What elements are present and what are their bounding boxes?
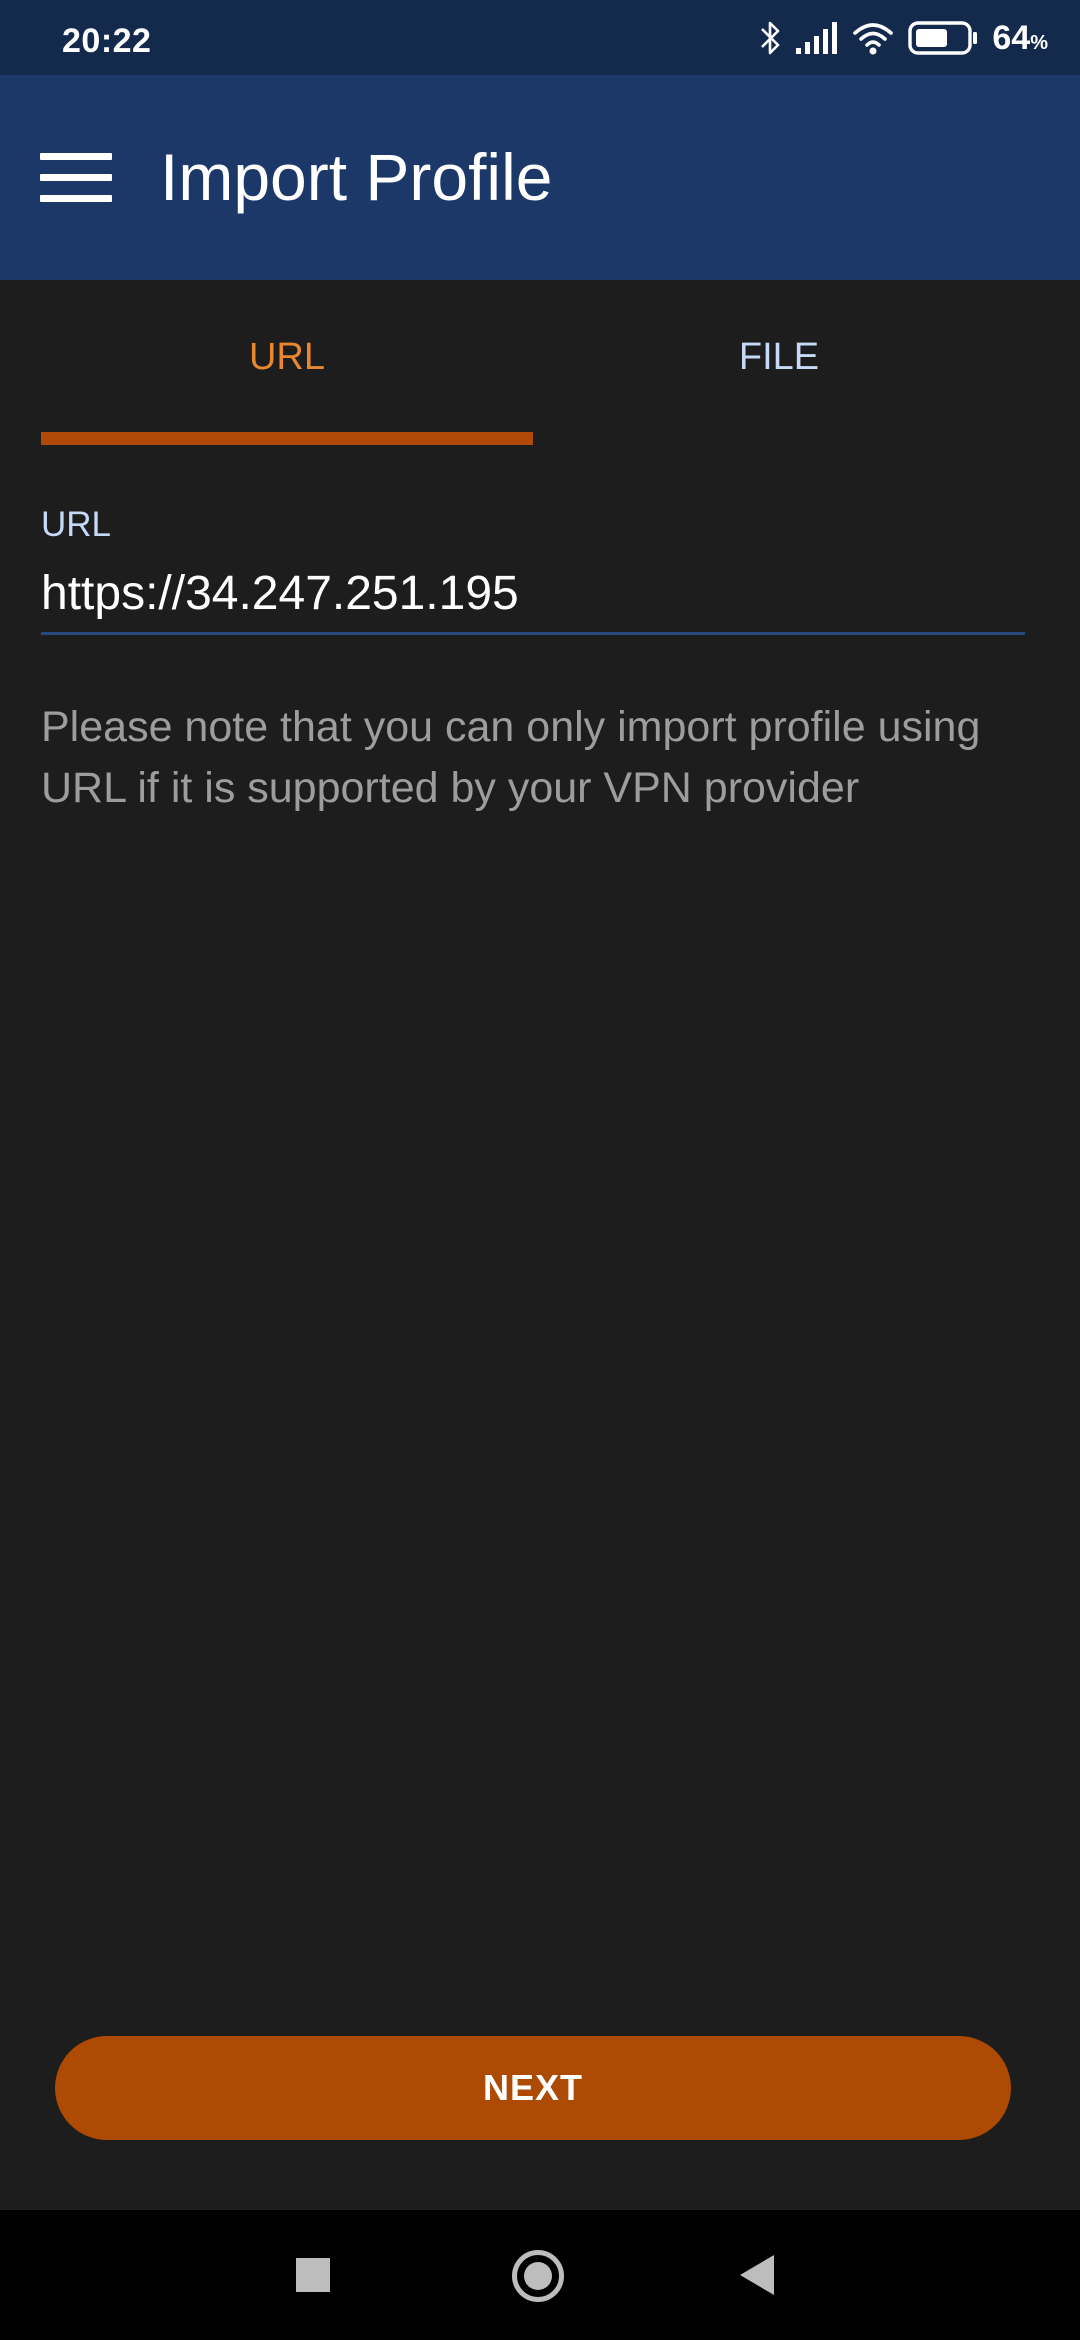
- battery-percent: 64%: [992, 18, 1048, 57]
- back-icon[interactable]: [740, 2255, 774, 2295]
- url-field-label: URL: [41, 505, 112, 544]
- status-bar: 20:22 64%: [0, 0, 1080, 75]
- status-icons: 64%: [760, 18, 1048, 58]
- tab-bar: URL FILE: [41, 280, 1025, 445]
- tab-selected-indicator: [41, 432, 533, 445]
- page-title: Import Profile: [160, 140, 553, 214]
- bluetooth-icon: [761, 21, 780, 55]
- status-time: 20:22: [62, 22, 152, 60]
- tab-url[interactable]: URL: [41, 280, 533, 445]
- wifi-icon: [853, 23, 894, 55]
- recents-icon[interactable]: [296, 2258, 330, 2292]
- tab-file[interactable]: FILE: [533, 280, 1025, 445]
- hamburger-menu-icon[interactable]: [40, 153, 112, 203]
- import-note: Please note that you can only import pro…: [41, 703, 981, 812]
- url-input[interactable]: [41, 555, 1025, 635]
- battery-icon: [908, 21, 978, 55]
- app-bar: Import Profile: [0, 75, 1080, 280]
- next-button[interactable]: NEXT: [55, 2036, 1011, 2140]
- signal-icon: [796, 22, 838, 54]
- navigation-bar: [0, 2210, 1080, 2340]
- home-icon[interactable]: [512, 2250, 564, 2302]
